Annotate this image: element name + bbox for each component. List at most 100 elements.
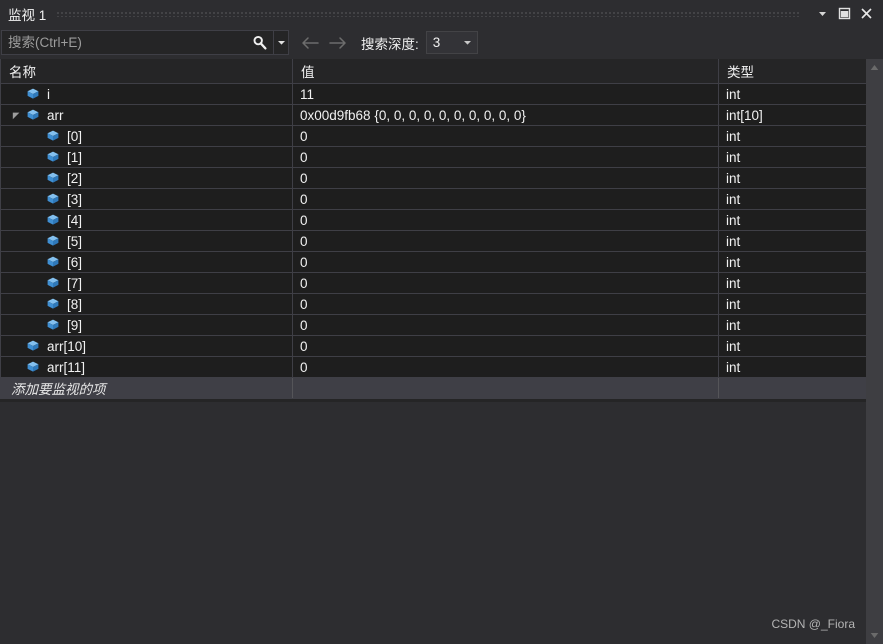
window-maximize-button[interactable] [833, 3, 855, 25]
row-name-label: i [47, 86, 50, 102]
cell-name[interactable]: i [0, 84, 293, 104]
column-header-name[interactable]: 名称 [0, 59, 293, 83]
cell-value[interactable]: 0 [293, 231, 719, 251]
table-row[interactable]: [7] 0 int [0, 273, 883, 294]
chevron-down-icon[interactable] [463, 32, 472, 53]
table-row[interactable]: arr[10] 0 int [0, 336, 883, 357]
cell-name[interactable]: [8] [0, 294, 293, 314]
variable-cube-icon [44, 252, 61, 272]
row-name-label: [0] [67, 128, 83, 144]
cell-value[interactable]: 0 [293, 273, 719, 293]
cell-type: int [726, 254, 741, 270]
table-row[interactable]: [1] 0 int [0, 147, 883, 168]
cell-type: int [726, 317, 741, 333]
row-name-label: [3] [67, 191, 83, 207]
cell-name[interactable]: [2] [0, 168, 293, 188]
add-watch-name-cell[interactable]: 添加要监视的项 [0, 378, 293, 398]
expander-placeholder [9, 357, 24, 377]
expander-collapse-icon[interactable] [9, 105, 24, 125]
search-navigation [298, 31, 350, 55]
window-controls [811, 3, 883, 25]
table-row[interactable]: [6] 0 int [0, 252, 883, 273]
cell-name[interactable]: arr[11] [0, 357, 293, 377]
window-close-button[interactable] [855, 3, 877, 25]
table-row[interactable]: i 11 int [0, 84, 883, 105]
search-depth-value: 3 [432, 35, 441, 50]
variable-cube-icon [24, 357, 41, 377]
table-row[interactable]: [9] 0 int [0, 315, 883, 336]
table-row[interactable]: [2] 0 int [0, 168, 883, 189]
scroll-up-button[interactable] [866, 59, 883, 76]
search-icon[interactable] [247, 31, 273, 54]
row-name-label: [1] [67, 149, 83, 165]
search-box[interactable] [1, 30, 289, 55]
cell-name[interactable]: arr[10] [0, 336, 293, 356]
search-next-button[interactable] [326, 31, 350, 55]
cell-name[interactable]: [3] [0, 189, 293, 209]
expander-placeholder [29, 231, 44, 251]
cell-value[interactable]: 11 [293, 84, 719, 104]
expander-placeholder [29, 189, 44, 209]
cell-value[interactable]: 0 [293, 210, 719, 230]
row-name-label: [6] [67, 254, 83, 270]
search-previous-button[interactable] [298, 31, 322, 55]
add-watch-value-cell[interactable] [293, 378, 719, 398]
cell-name[interactable]: [9] [0, 315, 293, 335]
cell-type: int [726, 296, 741, 312]
table-row[interactable]: [8] 0 int [0, 294, 883, 315]
variable-cube-icon [44, 231, 61, 251]
cell-name[interactable]: [0] [0, 126, 293, 146]
search-input[interactable] [2, 31, 247, 54]
table-row[interactable]: arr[11] 0 int [0, 357, 883, 378]
cell-name[interactable]: [7] [0, 273, 293, 293]
scroll-down-button[interactable] [866, 627, 883, 644]
cell-value[interactable]: 0 [293, 168, 719, 188]
cell-name[interactable]: arr [0, 105, 293, 125]
expander-placeholder [29, 126, 44, 146]
cell-name[interactable]: [1] [0, 147, 293, 167]
cell-value[interactable]: 0 [293, 126, 719, 146]
cell-type: int [726, 191, 741, 207]
cell-type: int [726, 212, 741, 228]
expander-placeholder [29, 273, 44, 293]
table-row[interactable]: arr 0x00d9fb68 {0, 0, 0, 0, 0, 0, 0, 0, 0… [0, 105, 883, 126]
expander-placeholder [9, 336, 24, 356]
row-name-label: [5] [67, 233, 83, 249]
window-dropdown-button[interactable] [811, 3, 833, 25]
row-name-label: arr [47, 107, 64, 123]
variable-cube-icon [44, 168, 61, 188]
variable-cube-icon [44, 126, 61, 146]
cell-name[interactable]: [6] [0, 252, 293, 272]
column-header-value[interactable]: 值 [293, 59, 719, 83]
cell-value[interactable]: 0 [293, 294, 719, 314]
cell-value[interactable]: 0 [293, 147, 719, 167]
search-depth-combobox[interactable]: 3 [425, 31, 478, 54]
add-watch-row[interactable]: 添加要监视的项 [0, 378, 883, 399]
row-name-label: [7] [67, 275, 83, 291]
variable-cube-icon [24, 336, 41, 356]
cell-name[interactable]: [5] [0, 231, 293, 251]
cell-value[interactable]: 0 [293, 189, 719, 209]
vertical-scrollbar[interactable] [866, 59, 883, 644]
cell-name[interactable]: [4] [0, 210, 293, 230]
titlebar-grip[interactable] [56, 10, 801, 17]
cell-value[interactable]: 0 [293, 252, 719, 272]
watch-toolbar: 搜索深度: 3 [0, 27, 883, 58]
cell-type: int [726, 233, 741, 249]
expander-placeholder [9, 84, 24, 104]
cell-value[interactable]: 0x00d9fb68 {0, 0, 0, 0, 0, 0, 0, 0, 0, 0… [293, 105, 719, 125]
cell-value[interactable]: 0 [293, 315, 719, 335]
table-row[interactable]: [3] 0 int [0, 189, 883, 210]
row-name-label: arr[10] [47, 338, 87, 354]
expander-placeholder [29, 168, 44, 188]
search-options-dropdown[interactable] [273, 31, 288, 54]
column-header-type[interactable]: 类型 [719, 59, 864, 83]
cell-value[interactable]: 0 [293, 357, 719, 377]
table-row[interactable]: [0] 0 int [0, 126, 883, 147]
window-background-filler [0, 402, 866, 644]
variable-cube-icon [24, 84, 41, 104]
table-row[interactable]: [5] 0 int [0, 231, 883, 252]
cell-value[interactable]: 0 [293, 336, 719, 356]
table-row[interactable]: [4] 0 int [0, 210, 883, 231]
window-title: 监视 1 [8, 7, 47, 23]
